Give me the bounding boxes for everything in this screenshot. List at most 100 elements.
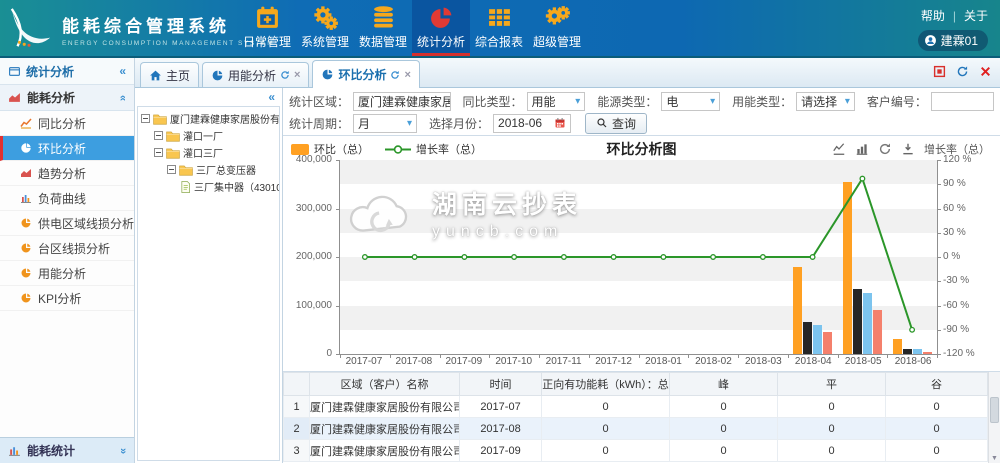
table-cell: 2017-09 [460, 440, 542, 462]
sidebar-collapse-icon[interactable]: « [119, 64, 126, 78]
sidebar-footer-label: 能耗统计 [27, 442, 75, 459]
sidebar-section-energy-analysis[interactable]: 能耗分析 » [0, 85, 134, 111]
file-icon [180, 181, 191, 193]
pie-tab-icon [321, 68, 334, 81]
tree-node-1[interactable]: 厦门建霖健康家居股份有限公司 [141, 110, 279, 127]
axis-tick [937, 233, 941, 234]
axis-tick [937, 306, 941, 307]
tree-expander-icon[interactable] [154, 131, 163, 140]
org-tree: 厦门建霖健康家居股份有限公司灌口一厂灌口三厂三厂总变压器三厂集中器（430100… [137, 106, 280, 461]
pie-chart-icon [20, 292, 32, 304]
calendar-icon[interactable] [554, 117, 566, 129]
tab-3[interactable]: 环比分析× [312, 60, 419, 88]
tongbi-type-value: 用能 [532, 93, 556, 110]
table-cell: 0 [542, 418, 670, 440]
chevron-down-icon: ▾ [710, 96, 715, 107]
user-icon [924, 34, 937, 47]
sidebar-item-3[interactable]: 趋势分析 [0, 161, 134, 186]
table-row-3[interactable]: 3厦门建霖健康家居股份有限公司2017-090000 [284, 440, 988, 462]
user-menu[interactable]: 建霖01 [918, 30, 988, 51]
axis-tick [937, 257, 941, 258]
legend-item-1[interactable]: 环比（总） [291, 141, 369, 157]
table-scrollbar[interactable]: ▼ [988, 372, 1000, 463]
left-axis-tick-label: 300,000 [284, 203, 332, 214]
scrollbar-thumb[interactable] [990, 397, 999, 423]
x-axis-label: 2018-05 [838, 356, 888, 370]
tree-collapse-icon[interactable]: « [135, 88, 282, 106]
axis-tick [937, 330, 941, 331]
period-label: 统计周期： [289, 115, 349, 132]
sidebar-item-8[interactable]: KPI分析 [0, 286, 134, 311]
table-row-1[interactable]: 1厦门建霖健康家居股份有限公司2017-070000 [284, 396, 988, 418]
tab-2[interactable]: 用能分析× [202, 62, 309, 87]
tree-node-2[interactable]: 灌口一厂 [141, 127, 279, 144]
tree-expander-icon[interactable] [141, 114, 150, 123]
sidebar-item-2[interactable]: 环比分析 [0, 136, 134, 161]
energy-type-value: 电 [666, 93, 678, 110]
download-icon[interactable] [901, 142, 915, 156]
sidebar-title: 统计分析 [26, 63, 74, 80]
nav-item-1[interactable]: 日常管理 [238, 0, 296, 56]
tree-node-3[interactable]: 灌口三厂 [141, 144, 279, 161]
restore-icon[interactable] [933, 65, 946, 78]
tab-1[interactable]: 主页 [140, 62, 199, 87]
table-cell: 0 [542, 440, 670, 462]
tab-close-icon[interactable]: × [404, 69, 410, 81]
tab-label: 主页 [166, 67, 190, 84]
refresh-icon[interactable] [878, 142, 892, 156]
user-name: 建霖01 [941, 32, 978, 49]
tree-panel: « 厦门建霖健康家居股份有限公司灌口一厂灌口三厂三厂总变压器三厂集中器（4301… [135, 88, 283, 463]
tree-node-5[interactable]: 三厂集中器（4301003 [141, 178, 279, 195]
mini-refresh-icon[interactable] [390, 70, 400, 80]
tongbi-type-label: 同比类型： [463, 93, 523, 110]
nav-item-4[interactable]: 统计分析 [412, 0, 470, 56]
usage-type-label: 用能类型： [732, 93, 792, 110]
bar-chart-toggle-icon[interactable] [855, 142, 869, 156]
about-link[interactable]: 关于 [964, 7, 988, 24]
table-row-2[interactable]: 2厦门建霖健康家居股份有限公司2017-080000 [284, 418, 988, 440]
sidebar-item-6[interactable]: 台区线损分析 [0, 236, 134, 261]
energy-type-select[interactable]: 电▾ [661, 92, 720, 111]
chevron-up-icon[interactable]: » [117, 94, 129, 100]
sidebar-item-4[interactable]: 负荷曲线 [0, 186, 134, 211]
period-select[interactable]: 月▾ [353, 114, 417, 133]
nav-item-label: 超级管理 [533, 33, 581, 50]
table-cell: 0 [670, 418, 778, 440]
nav-item-5[interactable]: 综合报表 [470, 0, 528, 56]
left-axis-tick-label: 100,000 [284, 300, 332, 311]
month-input[interactable]: 2018-06 [493, 114, 571, 133]
sidebar-item-7[interactable]: 用能分析 [0, 261, 134, 286]
line-chart-icon [20, 117, 32, 129]
growth-line [340, 160, 937, 354]
x-axis-label: 2017-08 [389, 356, 439, 370]
tree-node-4[interactable]: 三厂总变压器 [141, 161, 279, 178]
sidebar-section-label: 能耗分析 [27, 89, 75, 106]
mini-refresh-icon[interactable] [280, 70, 290, 80]
x-axis-label: 2018-02 [688, 356, 738, 370]
scrollbar-down-arrow[interactable]: ▼ [989, 455, 1000, 462]
nav-item-6[interactable]: 超级管理 [528, 0, 586, 56]
right-axis-series-label[interactable]: 增长率（总） [924, 141, 990, 157]
tab-close-icon[interactable]: × [294, 69, 300, 81]
table-section: 区域（客户）名称时间正向有功能耗（kWh）：总峰平谷1厦门建霖健康家居股份有限公… [283, 372, 1000, 463]
tree-expander-icon[interactable] [154, 148, 163, 157]
line-chart-toggle-icon[interactable] [832, 142, 846, 156]
refresh-icon[interactable] [956, 65, 969, 78]
tree-node-label: 三厂集中器（4301003 [194, 179, 280, 194]
close-icon[interactable] [979, 65, 992, 78]
query-button[interactable]: 查询 [585, 113, 647, 134]
help-link[interactable]: 帮助 [921, 7, 945, 24]
sidebar-item-1[interactable]: 同比分析 [0, 111, 134, 136]
customer-no-input[interactable] [931, 92, 994, 111]
month-label: 选择月份： [429, 115, 489, 132]
usage-type-select[interactable]: 请选择▾ [796, 92, 855, 111]
tree-expander-icon[interactable] [167, 165, 176, 174]
legend-item-2[interactable]: 增长率（总） [385, 141, 482, 157]
area-input[interactable]: 厦门建霖健康家居股份有限公 [353, 92, 451, 111]
nav-item-2[interactable]: 系统管理 [296, 0, 354, 56]
chevron-down-icon[interactable]: » [117, 447, 129, 453]
tongbi-type-select[interactable]: 用能▾ [527, 92, 586, 111]
nav-item-3[interactable]: 数据管理 [354, 0, 412, 56]
sidebar-item-5[interactable]: 供电区域线损分析 [0, 211, 134, 236]
sidebar-footer-energy-stats[interactable]: 能耗统计 » [0, 437, 134, 463]
